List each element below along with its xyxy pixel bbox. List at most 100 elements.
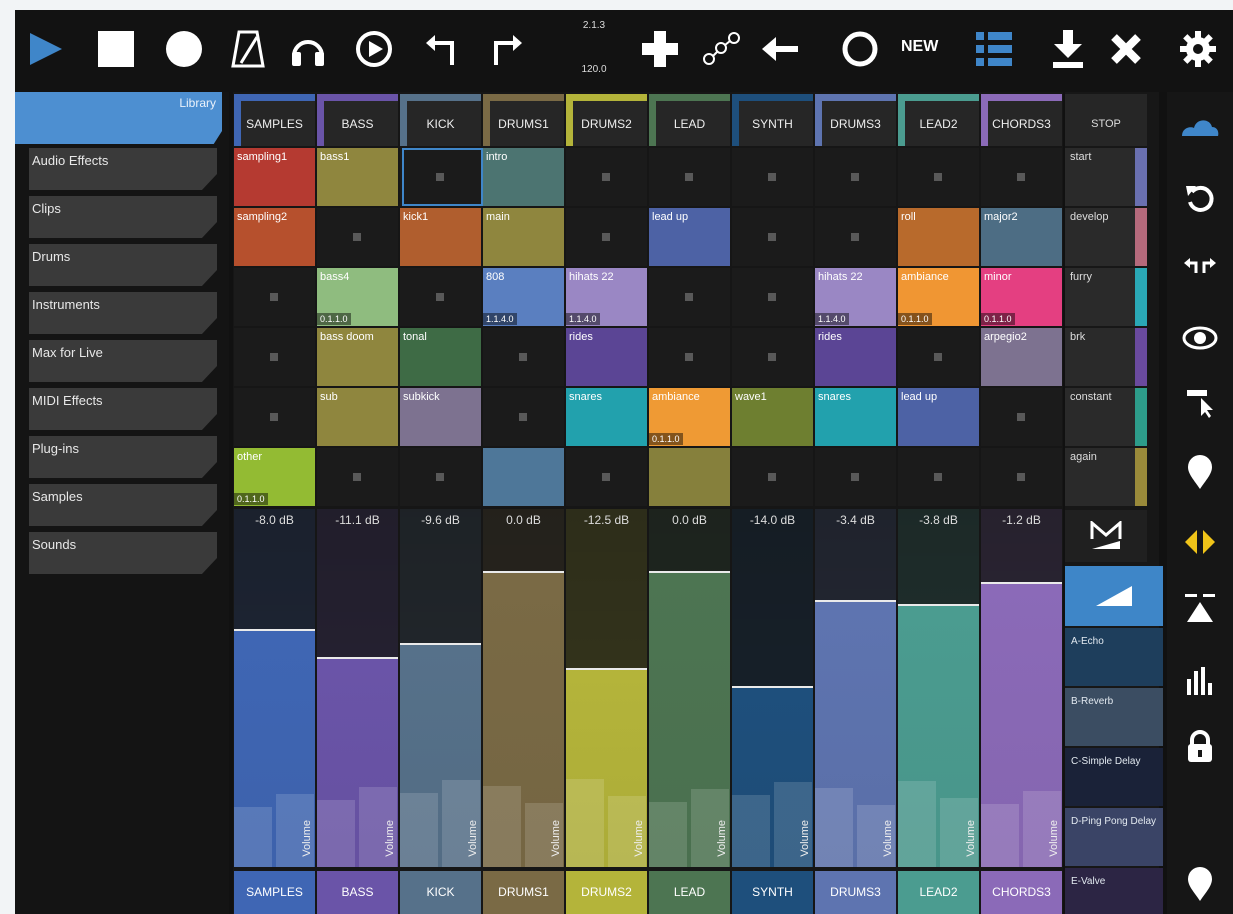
back-button[interactable] [757, 26, 803, 72]
track-footer[interactable]: SYNTH [732, 871, 813, 914]
add-button[interactable] [637, 26, 683, 72]
mixer-button[interactable] [1177, 660, 1223, 700]
location-button[interactable] [1177, 452, 1223, 492]
track-header[interactable]: DRUMS2 [566, 94, 647, 146]
empty-clip-slot[interactable] [234, 328, 315, 386]
empty-clip-slot[interactable] [815, 148, 896, 206]
clip[interactable]: sub [317, 388, 398, 446]
clip[interactable]: lead up [898, 388, 979, 446]
crossfader-button[interactable] [1065, 566, 1163, 626]
empty-clip-slot[interactable] [649, 328, 730, 386]
track-footer[interactable]: KICK [400, 871, 481, 914]
empty-clip-slot[interactable] [566, 208, 647, 266]
stop-button[interactable] [93, 26, 139, 72]
track-header[interactable]: LEAD2 [898, 94, 979, 146]
clip[interactable]: kick1 [400, 208, 481, 266]
track-header[interactable]: CHORDS3 [981, 94, 1062, 146]
empty-clip-slot[interactable] [317, 448, 398, 506]
empty-clip-slot[interactable] [566, 148, 647, 206]
list-view-button[interactable] [971, 26, 1017, 72]
empty-clip-slot[interactable] [483, 388, 564, 446]
empty-clip-slot[interactable] [732, 148, 813, 206]
clip[interactable]: bass doom [317, 328, 398, 386]
location-bottom-button[interactable] [1177, 864, 1223, 904]
empty-clip-slot[interactable] [234, 388, 315, 446]
empty-clip-slot[interactable] [400, 148, 483, 206]
new-button[interactable]: NEW [901, 38, 938, 56]
clip[interactable]: rides [566, 328, 647, 386]
library-item[interactable]: Audio Effects [29, 148, 217, 190]
fader-handle[interactable] [566, 668, 647, 670]
clip[interactable]: ambiance 0.1.1.0 [898, 268, 979, 326]
fader-handle[interactable] [400, 643, 481, 645]
view-button[interactable] [1177, 318, 1223, 358]
fader-handle[interactable] [234, 629, 315, 631]
empty-clip-slot[interactable] [898, 148, 979, 206]
return-track-button[interactable]: E-Valve [1065, 868, 1163, 914]
clip[interactable]: tonal [400, 328, 481, 386]
track-header[interactable]: BASS [317, 94, 398, 146]
clip[interactable]: snares [566, 388, 647, 446]
track-header[interactable]: SYNTH [732, 94, 813, 146]
library-item[interactable]: Instruments [29, 292, 217, 334]
select-tool-button[interactable] [1177, 382, 1223, 422]
track-footer[interactable]: BASS [317, 871, 398, 914]
clip[interactable]: rides [815, 328, 896, 386]
volume-fader[interactable]: Volume [400, 509, 481, 867]
clip[interactable]: main [483, 208, 564, 266]
clip[interactable]: bass4 0.1.1.0 [317, 268, 398, 326]
scene-launch-button[interactable]: again [1065, 448, 1147, 506]
clip[interactable] [649, 448, 730, 506]
fader-handle[interactable] [815, 600, 896, 602]
library-item[interactable]: MIDI Effects [29, 388, 217, 430]
clip[interactable]: sampling2 [234, 208, 315, 266]
undo-redo-button[interactable] [1177, 244, 1223, 284]
stop-all-button[interactable]: STOP [1065, 94, 1147, 146]
clip[interactable]: minor 0.1.1.0 [981, 268, 1062, 326]
track-header[interactable]: SAMPLES [234, 94, 315, 146]
clip[interactable]: snares [815, 388, 896, 446]
fader-handle[interactable] [732, 686, 813, 688]
library-item[interactable]: Samples [29, 484, 217, 526]
redo-button[interactable] [483, 26, 529, 72]
fader-handle[interactable] [317, 657, 398, 659]
cloud-button[interactable] [1177, 106, 1223, 146]
undo-button[interactable] [419, 26, 465, 72]
clip[interactable]: sampling1 [234, 148, 315, 206]
return-track-button[interactable]: B-Reverb [1065, 688, 1163, 746]
clip[interactable]: arpegio2 [981, 328, 1062, 386]
clip[interactable]: subkick [400, 388, 481, 446]
clip[interactable] [483, 448, 564, 506]
track-footer[interactable]: SAMPLES [234, 871, 315, 914]
empty-clip-slot[interactable] [732, 268, 813, 326]
empty-clip-slot[interactable] [234, 268, 315, 326]
empty-clip-slot[interactable] [732, 448, 813, 506]
scene-launch-button[interactable]: furry [1065, 268, 1147, 326]
fader-handle[interactable] [898, 604, 979, 606]
library-header[interactable]: Library [15, 92, 222, 144]
volume-fader[interactable]: Volume [815, 509, 896, 867]
empty-clip-slot[interactable] [732, 328, 813, 386]
empty-clip-slot[interactable] [317, 208, 398, 266]
scene-launch-button[interactable]: start [1065, 148, 1147, 206]
volume-fader[interactable]: Volume [981, 509, 1062, 867]
return-track-button[interactable]: C-Simple Delay [1065, 748, 1163, 806]
empty-clip-slot[interactable] [815, 208, 896, 266]
track-footer[interactable]: CHORDS3 [981, 871, 1062, 914]
empty-clip-slot[interactable] [815, 448, 896, 506]
track-footer[interactable]: DRUMS3 [815, 871, 896, 914]
empty-clip-slot[interactable] [981, 388, 1062, 446]
track-header[interactable]: LEAD [649, 94, 730, 146]
empty-clip-slot[interactable] [898, 328, 979, 386]
track-footer[interactable]: LEAD2 [898, 871, 979, 914]
empty-clip-slot[interactable] [649, 148, 730, 206]
clip[interactable]: lead up [649, 208, 730, 266]
collapse-button[interactable] [1177, 588, 1223, 628]
close-button[interactable] [1103, 26, 1149, 72]
track-header[interactable]: DRUMS3 [815, 94, 896, 146]
volume-fader[interactable]: Volume [898, 509, 979, 867]
library-item[interactable]: Drums [29, 244, 217, 286]
empty-clip-slot[interactable] [732, 208, 813, 266]
empty-clip-slot[interactable] [400, 448, 481, 506]
empty-clip-slot[interactable] [483, 328, 564, 386]
